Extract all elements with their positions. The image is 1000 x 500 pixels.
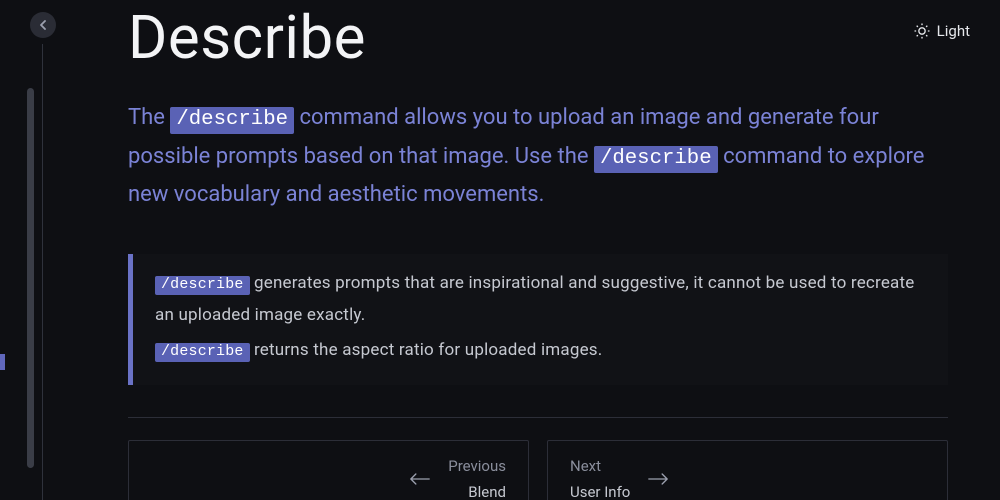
arrow-right-icon bbox=[648, 472, 668, 486]
inline-code: /describe bbox=[594, 146, 718, 173]
callout-text: returns the aspect ratio for uploaded im… bbox=[250, 340, 603, 360]
inline-code: /describe bbox=[155, 343, 250, 362]
intro-paragraph: The /describe command allows you to uplo… bbox=[128, 99, 948, 214]
pager-direction-label: Next bbox=[570, 457, 630, 475]
pager-direction-label: Previous bbox=[448, 457, 506, 475]
callout-block: /describe generates prompts that are ins… bbox=[128, 254, 948, 385]
pager-page-title: Blend bbox=[448, 483, 506, 500]
callout-line: /describe returns the aspect ratio for u… bbox=[155, 335, 930, 367]
callout-line: /describe generates prompts that are ins… bbox=[155, 268, 930, 331]
page-title: Describe bbox=[128, 2, 950, 73]
chevron-left-icon bbox=[38, 20, 48, 30]
sidebar-collapse-button[interactable] bbox=[30, 12, 56, 38]
main-content: Describe The /describe command allows yo… bbox=[128, 0, 950, 500]
sidebar-gutter bbox=[0, 0, 50, 500]
pager: Previous Blend Next User Info bbox=[128, 417, 948, 500]
pager-next[interactable]: Next User Info bbox=[547, 440, 948, 500]
callout-text: generates prompts that are inspirational… bbox=[155, 273, 914, 325]
inline-code: /describe bbox=[155, 276, 250, 295]
pager-prev[interactable]: Previous Blend bbox=[128, 440, 529, 500]
sidebar-active-indicator bbox=[0, 354, 5, 370]
inline-code: /describe bbox=[170, 107, 294, 134]
arrow-left-icon bbox=[410, 472, 430, 486]
scrollbar-thumb[interactable] bbox=[27, 88, 34, 468]
intro-text: The bbox=[128, 105, 170, 130]
pager-page-title: User Info bbox=[570, 483, 630, 500]
sidebar-divider bbox=[42, 44, 43, 500]
